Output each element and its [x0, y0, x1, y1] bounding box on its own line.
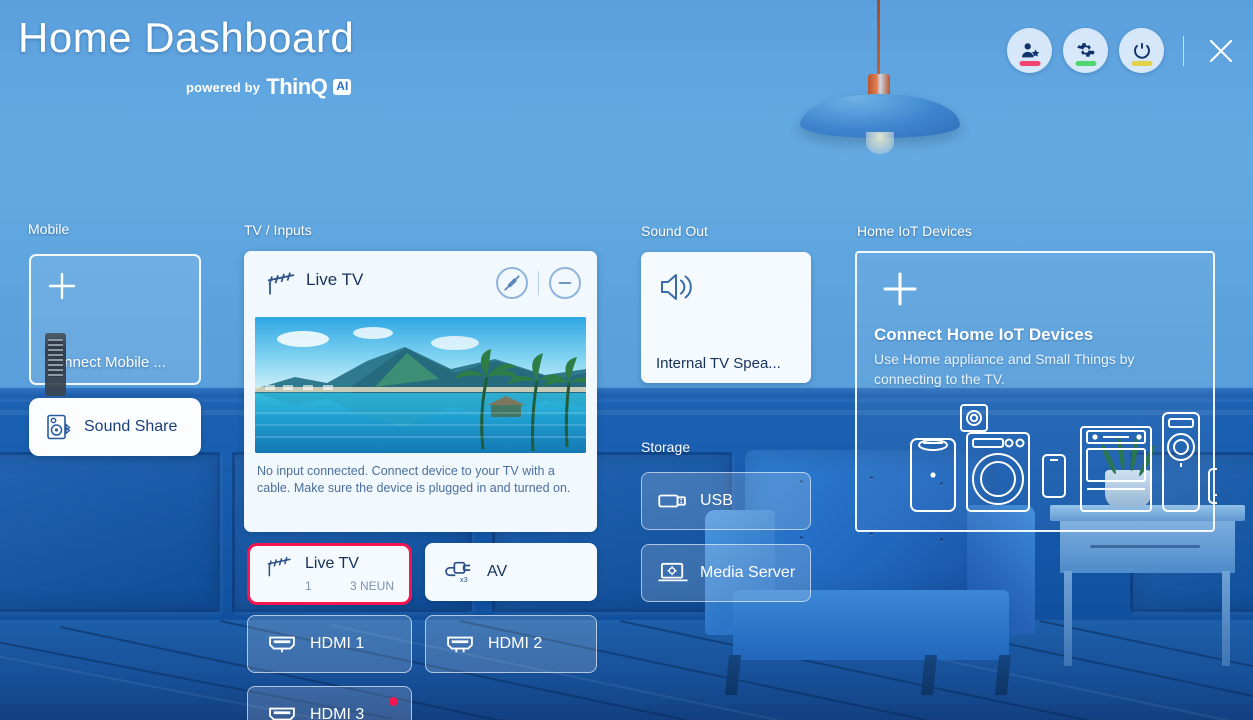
page-title: Home Dashboard: [18, 14, 355, 61]
plus-icon: [882, 271, 918, 307]
iot-device-illustrations: [857, 403, 1217, 533]
header-divider: [1183, 35, 1184, 66]
input-tile-hdmi-1-label: HDMI 1: [310, 635, 365, 652]
side-table: [1050, 505, 1245, 700]
home-dashboard-screen: Home Dashboard powered by ThinQ AI Mobil…: [0, 0, 1253, 720]
settings-gear-icon[interactable]: [1063, 28, 1108, 73]
live-tv-channel-number: 1: [305, 579, 312, 593]
refresh-power-icon[interactable]: [1119, 28, 1164, 73]
dashboard-header: Home Dashboard powered by ThinQ AI: [0, 0, 1253, 110]
input-tile-hdmi-1[interactable]: HDMI 1: [247, 615, 412, 673]
antenna-icon: [264, 554, 294, 582]
antenna-icon: [264, 269, 298, 301]
settings-accent-bar: [1075, 61, 1096, 66]
profile-accent-bar: [1019, 61, 1040, 66]
sound-share-button[interactable]: Sound Share: [29, 398, 201, 456]
header-icon-group: [1007, 28, 1239, 73]
status-badge: [389, 697, 398, 706]
input-tile-live-tv[interactable]: Live TV 1 3 NEUN: [247, 543, 412, 605]
user-profile-icon[interactable]: [1007, 28, 1052, 73]
section-label-storage: Storage: [641, 439, 691, 455]
live-tv-preview-thumbnail: [255, 317, 586, 453]
connect-mobile-label: Connect Mobile ...: [45, 354, 166, 371]
live-tv-preview-card[interactable]: Live TV No input connected. Connect devi…: [244, 251, 597, 532]
sound-share-label: Sound Share: [84, 418, 178, 435]
input-tile-live-tv-label: Live TV: [305, 555, 359, 572]
section-label-sound-out: Sound Out: [641, 223, 708, 239]
input-tile-hdmi-2[interactable]: HDMI 2: [425, 615, 597, 673]
hdmi-icon: [266, 633, 298, 655]
ai-badge: AI: [333, 79, 352, 95]
sound-out-card[interactable]: Internal TV Spea...: [641, 252, 811, 383]
thinq-brand-label: ThinQ: [266, 74, 328, 99]
hdmi-icon: [444, 633, 476, 655]
input-tile-hdmi-2-label: HDMI 2: [488, 635, 543, 652]
section-label-mobile: Mobile: [28, 221, 70, 237]
sound-share-icon: [46, 413, 72, 441]
storage-tile-usb[interactable]: USB: [641, 472, 811, 530]
live-tv-preview-description: No input connected. Connect device to yo…: [257, 464, 571, 495]
section-label-tv-inputs: TV / Inputs: [244, 222, 312, 238]
speaker-icon: [658, 270, 696, 304]
storage-tile-usb-label: USB: [700, 492, 733, 509]
connect-home-iot-title: Connect Home IoT Devices: [874, 325, 1094, 344]
connect-home-iot-panel[interactable]: Connect Home IoT Devices Use Home applia…: [855, 251, 1217, 533]
preview-card-buttons: [496, 267, 581, 299]
close-icon[interactable]: [1203, 33, 1239, 69]
live-tv-channel-info: 1 3 NEUN: [305, 579, 400, 595]
preview-card-header: Live TV: [244, 251, 597, 319]
svg-text:x3: x3: [460, 575, 468, 584]
preview-buttons-divider: [538, 271, 539, 295]
input-tile-av[interactable]: x3 AV: [425, 543, 597, 601]
powered-by-thinq: powered by ThinQ AI: [186, 74, 352, 100]
av-plug-icon: x3: [443, 559, 475, 585]
input-tile-av-label: AV: [487, 563, 508, 580]
usb-icon: [657, 490, 689, 512]
refresh-accent-bar: [1131, 61, 1152, 66]
remote-control-overlay-image: [45, 333, 66, 396]
sound-out-label: Internal TV Spea...: [656, 355, 781, 372]
input-tile-hdmi-3-label: HDMI 3: [310, 706, 365, 720]
storage-tile-media-server[interactable]: Media Server: [641, 544, 811, 602]
plus-icon: [47, 271, 77, 301]
edit-off-icon[interactable]: [496, 267, 528, 299]
media-server-icon: [657, 561, 689, 585]
live-tv-preview-title: Live TV: [306, 270, 364, 289]
powered-by-label: powered by: [186, 79, 261, 95]
connect-home-iot-subtitle: Use Home appliance and Small Things by c…: [874, 351, 1135, 387]
live-tv-channel-name: 3 NEUN: [349, 579, 394, 593]
input-tile-hdmi-3[interactable]: HDMI 3: [247, 686, 412, 720]
section-label-home-iot: Home IoT Devices: [857, 223, 972, 239]
minus-circle-icon[interactable]: [549, 267, 581, 299]
wall-panel-left: [0, 452, 220, 612]
hdmi-icon: [266, 704, 298, 720]
storage-tile-media-server-label: Media Server: [700, 564, 796, 581]
